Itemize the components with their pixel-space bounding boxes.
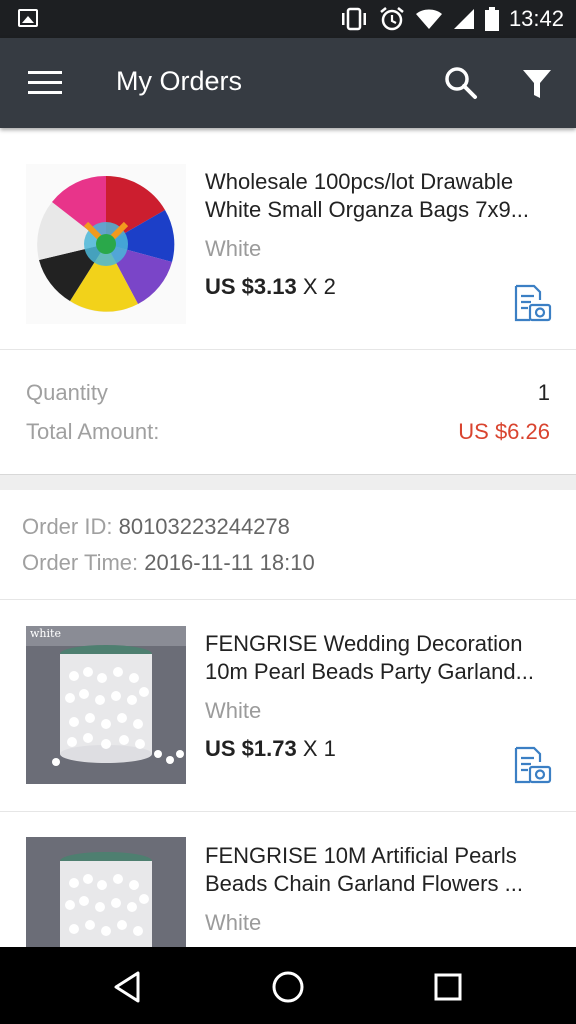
- search-icon[interactable]: [444, 66, 478, 100]
- quantity-label: Quantity: [26, 380, 108, 405]
- product-price: US $3.13 X 2: [205, 274, 336, 299]
- image-icon: [18, 9, 38, 27]
- order-info[interactable]: Order ID: 80103223244278 Order Time: 201…: [0, 490, 576, 600]
- thumb-label: white: [30, 627, 61, 640]
- status-bar: 13:42: [0, 0, 576, 38]
- signal-icon: [453, 9, 474, 29]
- order-product-item[interactable]: white FENGRISE Wedding Decoration 10m Pe…: [0, 600, 576, 812]
- order-time-row: Order Time: 2016-11-11 18:10: [22, 550, 315, 575]
- order-time: 2016-11-11 18:10: [144, 550, 315, 575]
- order-summary: Quantity 1 Total Amount: US $6.26: [0, 350, 576, 474]
- page-title: My Orders: [116, 66, 243, 96]
- total-amount-row: Total Amount: US $6.26: [26, 419, 550, 445]
- product-price: US $1.73 X 1: [205, 736, 336, 761]
- total-amount-value: US $6.26: [458, 419, 550, 444]
- product-variant: White: [205, 236, 262, 261]
- home-icon[interactable]: [268, 967, 308, 1007]
- quantity-row: Quantity 1: [26, 380, 550, 406]
- product-variant: White: [205, 698, 262, 723]
- navigation-bar: [0, 947, 576, 1024]
- product-variant: White: [205, 910, 262, 935]
- snapshot-icon[interactable]: [512, 284, 552, 324]
- menu-icon[interactable]: [28, 71, 62, 95]
- filter-icon[interactable]: [522, 68, 552, 100]
- quantity-value: 1: [537, 380, 550, 405]
- product-thumbnail: white: [26, 626, 186, 784]
- clock-time: 13:42: [508, 6, 564, 31]
- product-thumbnail: [26, 164, 186, 324]
- total-amount-label: Total Amount:: [26, 419, 160, 444]
- product-name[interactable]: Wholesale 100pcs/lot Drawable White Smal…: [205, 168, 555, 224]
- snapshot-icon[interactable]: [512, 746, 552, 786]
- order-product-item[interactable]: Wholesale 100pcs/lot Drawable White Smal…: [0, 128, 576, 350]
- product-thumbnail: [26, 837, 186, 947]
- alarm-icon: [380, 7, 404, 31]
- order-id: 80103223244278: [118, 514, 290, 539]
- order-divider: [0, 474, 576, 490]
- order-id-row: Order ID: 80103223244278: [22, 514, 290, 539]
- wifi-icon: [415, 9, 442, 29]
- battery-icon: [484, 7, 499, 31]
- order-product-item[interactable]: FENGRISE 10M Artificial Pearls Beads Cha…: [0, 812, 576, 947]
- product-name[interactable]: FENGRISE Wedding Decoration 10m Pearl Be…: [205, 630, 555, 686]
- app-bar: My Orders: [0, 38, 576, 128]
- recents-icon[interactable]: [428, 967, 468, 1007]
- back-icon[interactable]: [108, 967, 148, 1007]
- vibrate-icon: [341, 7, 366, 31]
- orders-list[interactable]: Wholesale 100pcs/lot Drawable White Smal…: [0, 128, 576, 947]
- product-name[interactable]: FENGRISE 10M Artificial Pearls Beads Cha…: [205, 842, 555, 898]
